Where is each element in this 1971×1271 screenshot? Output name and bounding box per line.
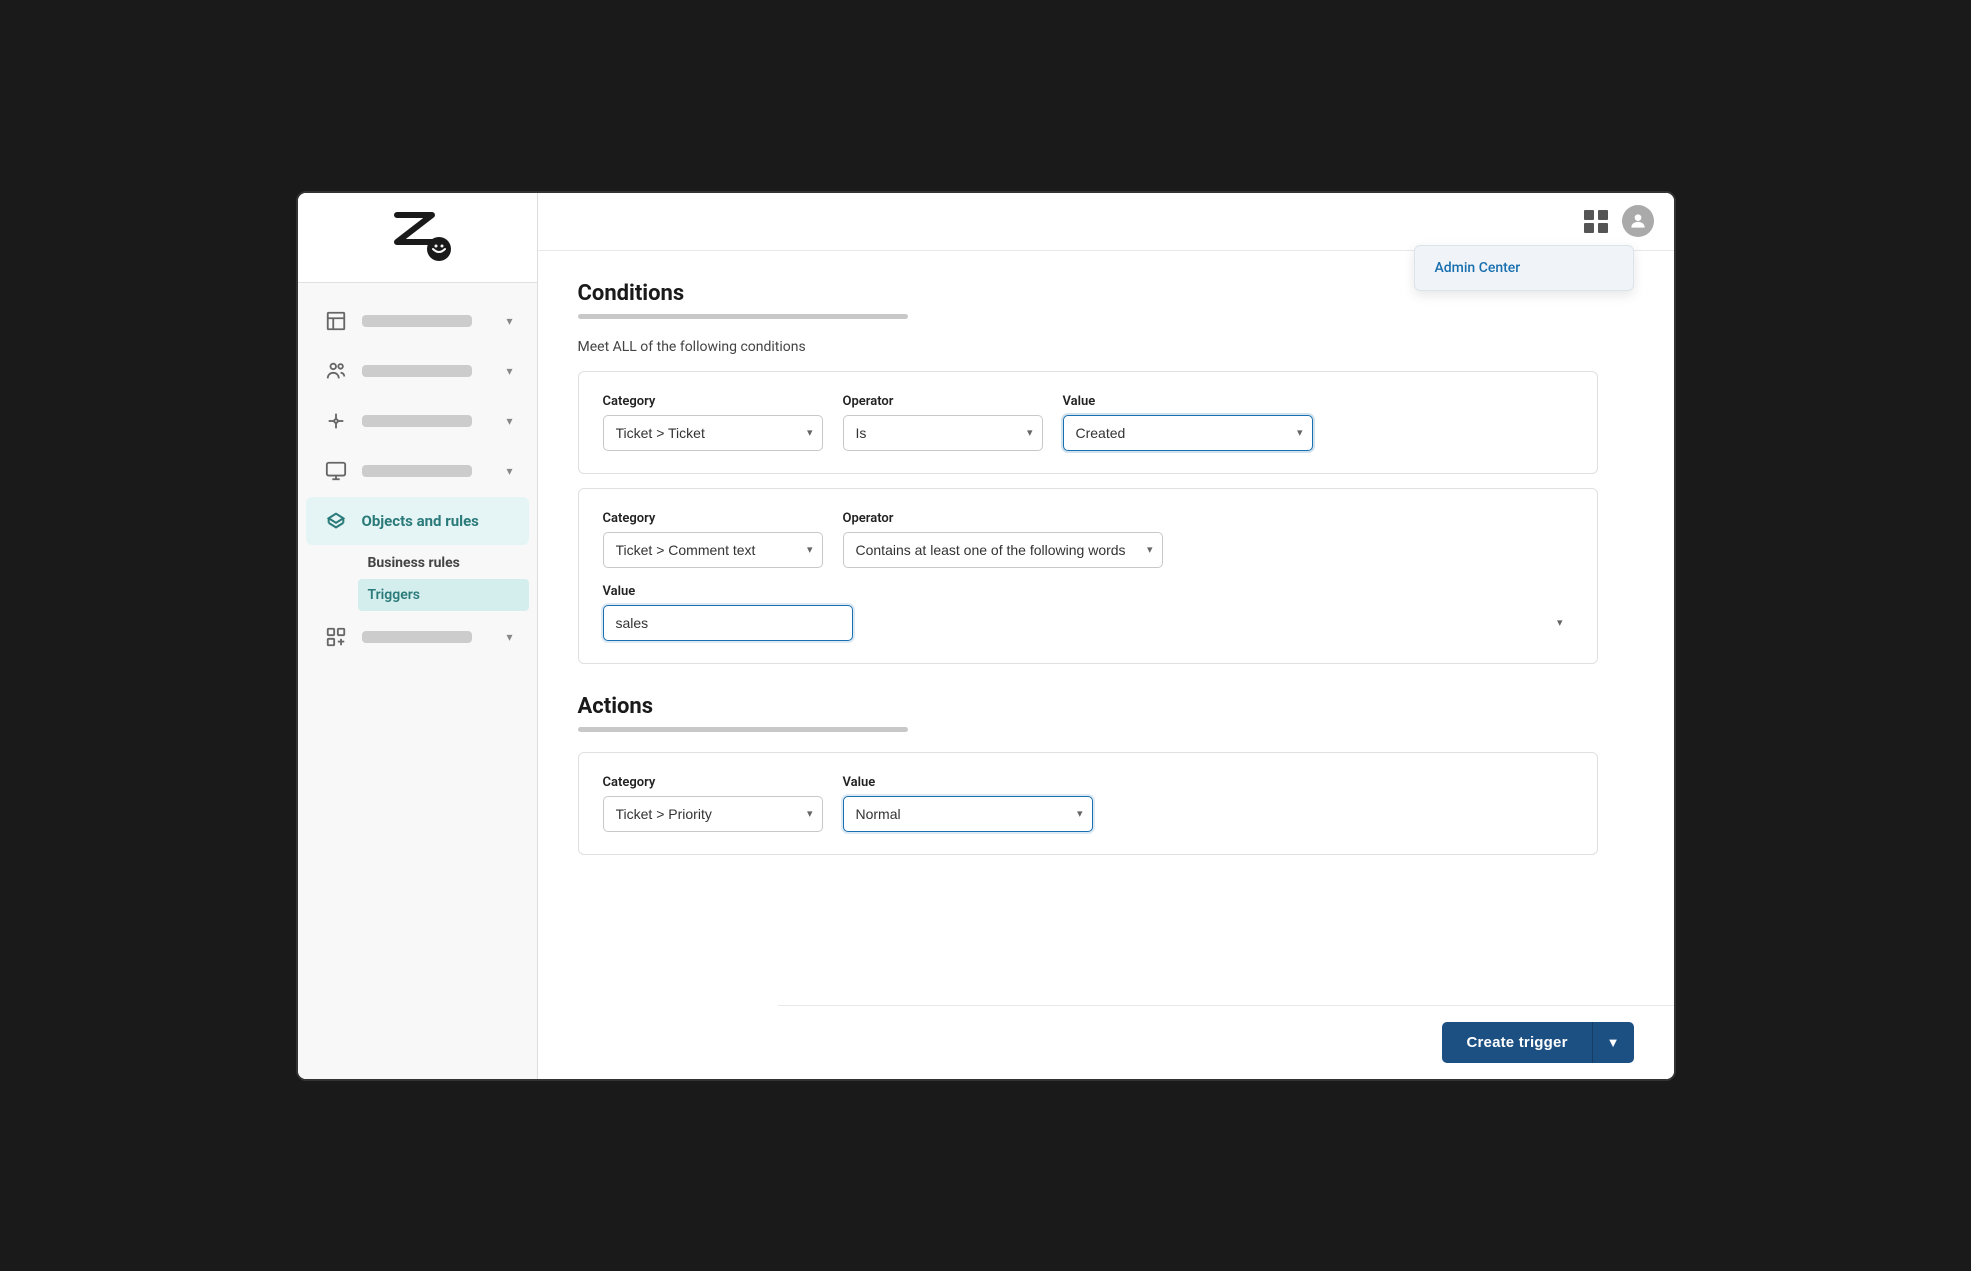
- action-1-category-select[interactable]: Ticket > PriorityTicket > StatusTicket >…: [603, 796, 823, 832]
- condition-2-operator-label: Operator: [843, 511, 1163, 526]
- condition-card-2: Category Ticket > TicketTicket > Comment…: [578, 488, 1598, 664]
- sidebar-submenu: Business rules Triggers: [306, 547, 529, 611]
- condition-1-operator-label: Operator: [843, 394, 1043, 409]
- nav-placeholder-3: [362, 415, 472, 427]
- actions-title: Actions: [578, 694, 1598, 719]
- action-1-value-group: Value NormalLowHighUrgent ▾: [843, 775, 1093, 832]
- condition-row-1: Category Ticket > TicketTicket > Comment…: [603, 394, 1573, 451]
- sidebar-item-workspaces[interactable]: ▾: [306, 297, 529, 345]
- sidebar-item-channels[interactable]: ▾: [306, 397, 529, 445]
- action-card-1: Category Ticket > PriorityTicket > Statu…: [578, 752, 1598, 855]
- grid-dot-1: [1584, 210, 1594, 220]
- condition-2-value-group: Value salessupportbilling ▾: [603, 584, 1573, 641]
- condition-1-value-select[interactable]: CreatedUpdatedSolvedClosed: [1063, 415, 1313, 451]
- building-icon: [322, 307, 350, 335]
- condition-1-value-wrapper: CreatedUpdatedSolvedClosed ▾: [1063, 415, 1313, 451]
- dropdown-arrow-icon: ▼: [1607, 1035, 1620, 1050]
- condition-1-category-wrapper: Ticket > TicketTicket > Comment textTick…: [603, 415, 823, 451]
- action-1-value-wrapper: NormalLowHighUrgent ▾: [843, 796, 1093, 832]
- header: Admin Center: [538, 193, 1674, 251]
- condition-1-operator-group: Operator IsIs not ▾: [843, 394, 1043, 451]
- sidebar-item-apps[interactable]: ▾: [306, 613, 529, 661]
- sidebar-submenu-triggers[interactable]: Triggers: [358, 579, 529, 611]
- channels-icon: [322, 407, 350, 435]
- condition-1-category-label: Category: [603, 394, 823, 409]
- condition-2-operator-wrapper: Contains at least one of the following w…: [843, 532, 1163, 568]
- condition-1-category-group: Category Ticket > TicketTicket > Comment…: [603, 394, 823, 451]
- condition-2-category-label: Category: [603, 511, 823, 526]
- main-content: Admin Center Conditions Meet ALL of the …: [538, 193, 1674, 1079]
- header-icons: [1584, 205, 1654, 237]
- sidebar-item-people[interactable]: ▾: [306, 347, 529, 395]
- objects-icon: [322, 507, 350, 535]
- footer-bar: Create trigger ▼: [778, 1005, 1674, 1079]
- create-trigger-button[interactable]: Create trigger: [1442, 1022, 1591, 1063]
- action-1-category-label: Category: [603, 775, 823, 790]
- people-icon: [322, 357, 350, 385]
- condition-1-category-select[interactable]: Ticket > TicketTicket > Comment textTick…: [603, 415, 823, 451]
- condition-2-operator-select[interactable]: Contains at least one of the following w…: [843, 532, 1163, 568]
- sidebar-item-objects-rules[interactable]: Objects and rules: [306, 497, 529, 545]
- grid-menu-button[interactable]: [1584, 210, 1610, 233]
- action-1-category-wrapper: Ticket > PriorityTicket > StatusTicket >…: [603, 796, 823, 832]
- nav-placeholder-4: [362, 465, 472, 477]
- condition-2-category-group: Category Ticket > TicketTicket > Comment…: [603, 511, 823, 568]
- action-1-value-label: Value: [843, 775, 1093, 790]
- condition-1-operator-wrapper: IsIs not ▾: [843, 415, 1043, 451]
- sidebar-item-objects-rules-label: Objects and rules: [362, 512, 479, 530]
- action-1-category-group: Category Ticket > PriorityTicket > Statu…: [603, 775, 823, 832]
- condition-2-value-row: Value salessupportbilling ▾: [603, 584, 1573, 641]
- sidebar: ▾ ▾: [298, 193, 538, 1079]
- create-trigger-btn-group: Create trigger ▼: [1442, 1022, 1633, 1063]
- condition-2-value-wrapper: salessupportbilling ▾: [603, 605, 1573, 641]
- page-body: Conditions Meet ALL of the following con…: [538, 251, 1638, 1009]
- footer-spacer: [578, 869, 1598, 949]
- admin-center-dropdown: Admin Center: [1414, 245, 1634, 291]
- grid-dot-2: [1598, 210, 1608, 220]
- condition-2-category-select[interactable]: Ticket > TicketTicket > Comment textTick…: [603, 532, 823, 568]
- chevron-icon-2: ▾: [506, 364, 512, 378]
- apps-icon: [322, 623, 350, 651]
- condition-1-value-label: Value: [1063, 394, 1313, 409]
- sidebar-item-monitor[interactable]: ▾: [306, 447, 529, 495]
- monitor-icon: [322, 457, 350, 485]
- actions-section: Actions Category Ticket > PriorityTicket…: [578, 694, 1598, 855]
- condition-2-value-select[interactable]: salessupportbilling: [603, 605, 853, 641]
- sidebar-submenu-business-rules[interactable]: Business rules: [358, 547, 529, 579]
- condition-card-1: Category Ticket > TicketTicket > Comment…: [578, 371, 1598, 474]
- nav-placeholder-1: [362, 315, 472, 327]
- condition-2-value-label: Value: [603, 584, 1573, 599]
- action-row-1: Category Ticket > PriorityTicket > Statu…: [603, 775, 1573, 832]
- condition-row-2: Category Ticket > TicketTicket > Comment…: [603, 511, 1573, 568]
- chevron-icon-6: ▾: [506, 630, 512, 644]
- nav-placeholder-6: [362, 631, 472, 643]
- nav-placeholder-2: [362, 365, 472, 377]
- chevron-icon-1: ▾: [506, 314, 512, 328]
- admin-center-link[interactable]: Admin Center: [1415, 246, 1633, 290]
- logo-area: [298, 193, 537, 283]
- conditions-divider: [578, 314, 908, 319]
- condition-1-operator-select[interactable]: IsIs not: [843, 415, 1043, 451]
- chevron-icon-3: ▾: [506, 414, 512, 428]
- meet-all-text: Meet ALL of the following conditions: [578, 339, 1598, 355]
- conditions-section: Conditions Meet ALL of the following con…: [578, 281, 1598, 664]
- create-trigger-dropdown-button[interactable]: ▼: [1592, 1022, 1634, 1063]
- user-avatar[interactable]: [1622, 205, 1654, 237]
- condition-2-operator-group: Operator Contains at least one of the fo…: [843, 511, 1163, 568]
- condition-1-value-group: Value CreatedUpdatedSolvedClosed ▾: [1063, 394, 1313, 451]
- actions-divider: [578, 727, 908, 732]
- condition-2-category-wrapper: Ticket > TicketTicket > Comment textTick…: [603, 532, 823, 568]
- grid-dot-4: [1598, 223, 1608, 233]
- zendesk-logo: [377, 207, 457, 267]
- sidebar-nav: ▾ ▾: [298, 283, 537, 1079]
- chevron-down-icon-6: ▾: [1557, 616, 1563, 629]
- grid-dot-3: [1584, 223, 1594, 233]
- chevron-icon-4: ▾: [506, 464, 512, 478]
- action-1-value-select[interactable]: NormalLowHighUrgent: [843, 796, 1093, 832]
